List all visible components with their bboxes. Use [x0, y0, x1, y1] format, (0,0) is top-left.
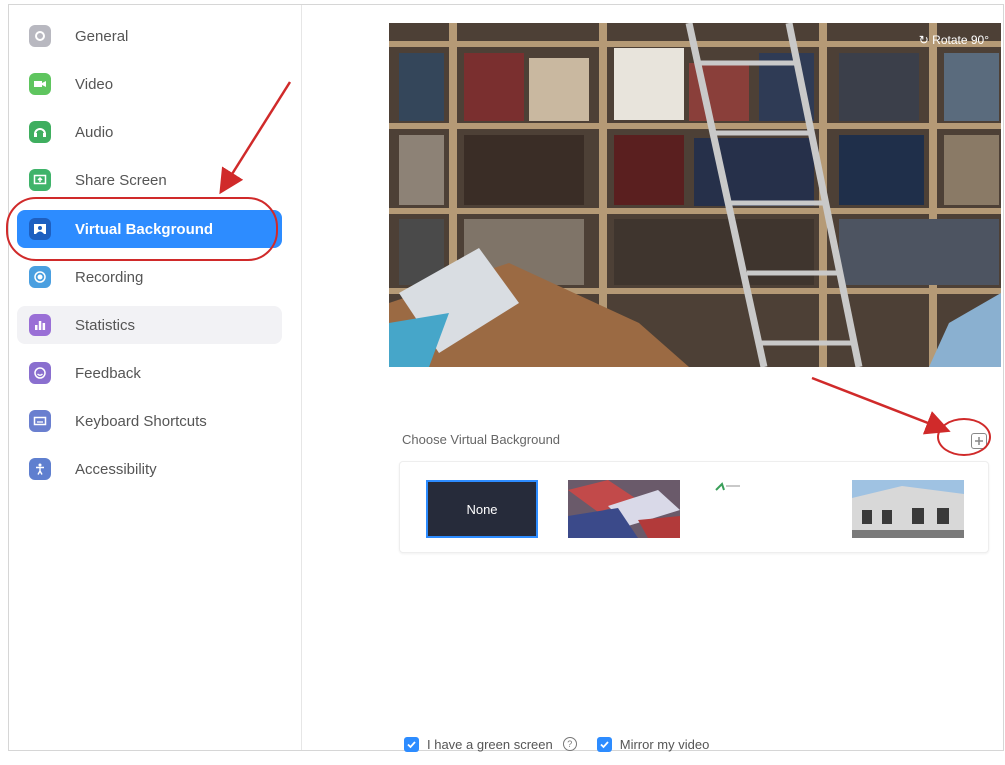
sidebar-item-label: Audio: [75, 123, 114, 141]
background-thumbnail-flags[interactable]: [568, 480, 680, 538]
statistics-icon: [29, 314, 51, 336]
camera-preview: ↻ Rotate 90°: [389, 23, 1001, 367]
sidebar-item-share-screen[interactable]: Share Screen: [17, 161, 282, 199]
sidebar-item-keyboard-shortcuts[interactable]: Keyboard Shortcuts: [17, 402, 282, 440]
annotation-circle-virtual-background: [6, 197, 278, 261]
checkmark-icon: [407, 740, 416, 748]
share-screen-icon: [29, 169, 51, 191]
sidebar-item-label: Share Screen: [75, 171, 167, 189]
sidebar-item-label: Video: [75, 75, 114, 93]
sidebar-item-label: Accessibility: [75, 460, 157, 478]
mirror-video-checkbox[interactable]: [596, 736, 612, 752]
background-thumbnail-logo[interactable]: [710, 480, 822, 538]
flags-image: [568, 480, 680, 538]
keyboard-icon: [29, 410, 51, 432]
sidebar-item-general[interactable]: General: [17, 17, 282, 55]
building-image: [852, 480, 964, 538]
sidebar-item-audio[interactable]: Audio: [17, 113, 282, 151]
sidebar-item-label: Keyboard Shortcuts: [75, 412, 207, 430]
gear-icon: [29, 25, 51, 47]
rotate-icon: ↻: [918, 33, 933, 47]
green-screen-label: I have a green screen: [427, 736, 553, 752]
background-thumbnail-building[interactable]: [852, 480, 964, 538]
checkmark-icon: [600, 740, 609, 748]
sidebar-item-accessibility[interactable]: Accessibility: [17, 450, 282, 488]
accessibility-icon: [29, 458, 51, 480]
video-camera-icon: [29, 73, 51, 95]
mirror-video-label: Mirror my video: [619, 736, 710, 752]
sidebar-item-label: General: [75, 27, 129, 45]
logo-image: [715, 482, 740, 491]
help-icon[interactable]: ?: [562, 737, 577, 751]
sidebar-item-label: Feedback: [75, 364, 141, 382]
annotation-circle-add-button: [937, 418, 991, 456]
green-screen-checkbox[interactable]: [404, 736, 419, 752]
background-thumbnails-panel: None: [399, 461, 989, 553]
sidebar-item-label: Statistics: [75, 316, 136, 334]
sidebar-item-feedback[interactable]: Feedback: [17, 354, 282, 392]
choose-background-title: Choose Virtual Background: [402, 432, 561, 447]
feedback-icon: [29, 362, 51, 384]
headphones-icon: [29, 121, 51, 143]
camera-preview-image: [389, 23, 1001, 367]
rotate-button[interactable]: ↻ Rotate 90°: [919, 33, 989, 47]
sidebar-item-video[interactable]: Video: [17, 65, 282, 103]
settings-sidebar: General Video Audio Share Screen Virtual…: [9, 5, 302, 750]
sidebar-item-statistics[interactable]: Statistics: [17, 306, 282, 344]
recording-icon: [29, 266, 51, 288]
background-options: I have a green screen ? Mirror my video: [404, 733, 709, 755]
sidebar-item-recording[interactable]: Recording: [17, 258, 282, 296]
settings-window: General Video Audio Share Screen Virtual…: [8, 4, 1004, 752]
background-thumbnail-none[interactable]: None: [426, 480, 538, 538]
sidebar-item-label: Recording: [75, 268, 144, 286]
